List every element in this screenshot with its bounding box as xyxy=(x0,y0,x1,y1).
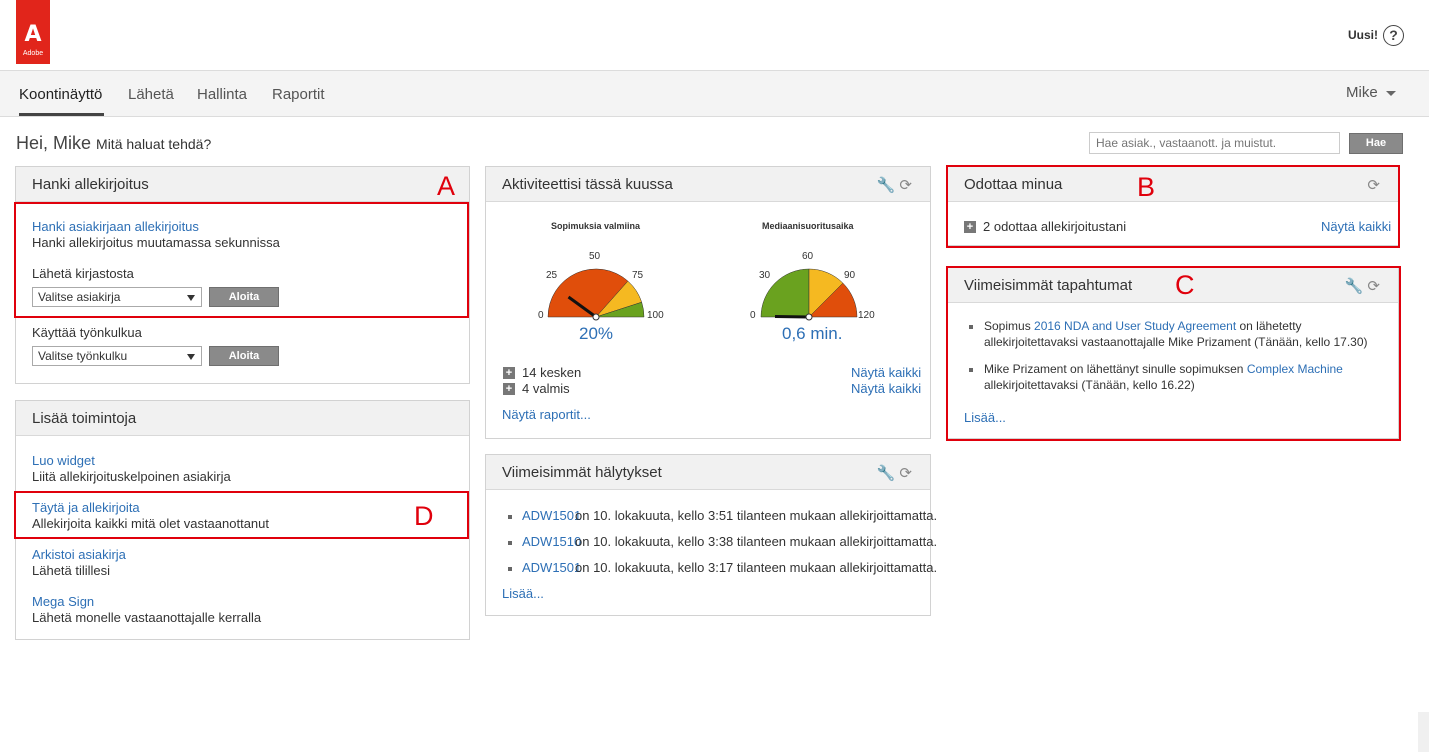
gauge2-hub xyxy=(805,313,813,321)
workflow-select[interactable]: Valitse työnkulku xyxy=(32,346,202,366)
gauge2-chart xyxy=(760,268,858,321)
gauge2-title: Mediaanisuoritusaika xyxy=(762,221,854,231)
greeting-question: Mitä haluat tehdä? xyxy=(96,136,212,152)
more-alerts-link[interactable]: Lisää... xyxy=(502,586,544,601)
show-all-in-progress-link[interactable]: Näytä kaikki xyxy=(851,365,921,380)
gauge-tick: 0 xyxy=(750,310,756,321)
adobe-logo[interactable]: A Adobe xyxy=(16,0,50,64)
workflow-label: Käyttää työnkulkua xyxy=(32,325,142,340)
gauge-tick: 100 xyxy=(647,310,664,321)
dropdown-arrow-icon xyxy=(187,354,195,360)
gauge2-segment-green xyxy=(760,268,810,318)
scrollbar[interactable] xyxy=(1418,712,1429,752)
gauge2-value: 0,6 min. xyxy=(782,324,843,343)
gauge1-hub xyxy=(592,313,600,321)
adobe-logo-word: Adobe xyxy=(22,50,44,57)
gauge2-needle xyxy=(774,315,810,319)
alert-agreement-link[interactable]: ADW1510 xyxy=(522,534,581,549)
refresh-icon[interactable]: ⟳ xyxy=(899,177,916,194)
alert-agreement-link[interactable]: ADW1501 xyxy=(522,560,581,575)
search-input[interactable] xyxy=(1089,132,1340,154)
bullet xyxy=(508,567,512,571)
adobe-logo-mark: A xyxy=(24,22,42,47)
annotation-label-a: A xyxy=(437,171,456,201)
panel-title: Viimeisimmät hälytykset 🔧⟳ xyxy=(486,455,930,490)
bullet xyxy=(508,515,512,519)
gauge-tick: 120 xyxy=(858,310,875,321)
action-desc: Liitä allekirjoituskelpoinen asiakirja xyxy=(32,469,231,484)
alert-text: on 10. lokakuuta, kello 3:51 tilanteen m… xyxy=(575,508,938,523)
annotation-box-b xyxy=(946,165,1400,248)
annotation-box-d xyxy=(14,491,469,539)
plus-icon[interactable]: + xyxy=(503,367,515,379)
greeting: Hei, Mike Mitä haluat tehdä? xyxy=(16,133,211,154)
refresh-icon[interactable]: ⟳ xyxy=(899,465,916,482)
action-desc: Lähetä tilillesi xyxy=(32,563,111,578)
mega-sign-link[interactable]: Mega Sign xyxy=(32,594,94,609)
alerts-title: Viimeisimmät hälytykset xyxy=(502,464,662,481)
active-tab-indicator xyxy=(19,113,104,116)
tab-dashboard[interactable]: Koontinäyttö xyxy=(19,86,102,103)
alert-text: on 10. lokakuuta, kello 3:38 tilanteen m… xyxy=(575,534,938,549)
plus-icon[interactable]: + xyxy=(503,383,515,395)
activity-panel: Aktiviteettisi tässä kuussa 🔧⟳ Sopimuksi… xyxy=(485,166,931,439)
wrench-icon[interactable]: 🔧 xyxy=(877,177,900,194)
help-icon[interactable]: ? xyxy=(1383,25,1404,46)
archive-link[interactable]: Arkistoi asiakirja xyxy=(32,547,126,562)
tab-send[interactable]: Lähetä xyxy=(128,86,174,103)
gauge-tick: 60 xyxy=(802,251,814,262)
start-workflow-button[interactable]: Aloita xyxy=(209,346,279,366)
panel-title: Lisää toimintoja xyxy=(16,401,469,436)
annotation-box-a xyxy=(14,202,469,318)
search-button[interactable]: Hae xyxy=(1349,133,1403,154)
gauge-tick: 0 xyxy=(538,310,544,321)
annotation-label-c: C xyxy=(1175,270,1195,300)
main-nav: Koontinäyttö Lähetä Hallinta Raportit Mi… xyxy=(0,71,1429,117)
annotation-label-d: D xyxy=(414,501,434,531)
chevron-down-icon[interactable] xyxy=(1386,91,1396,96)
annotation-box-c xyxy=(946,266,1401,441)
show-reports-link[interactable]: Näytä raportit... xyxy=(502,407,591,422)
gauge1-value: 20% xyxy=(579,324,614,343)
panel-title: Hanki allekirjoitus xyxy=(16,167,469,202)
tab-manage[interactable]: Hallinta xyxy=(197,86,247,103)
action-desc: Lähetä monelle vastaanottajalle kerralla xyxy=(32,610,262,625)
annotation-label-b: B xyxy=(1137,172,1156,202)
bullet xyxy=(508,541,512,545)
gauge-tick: 50 xyxy=(589,251,601,262)
whats-new-link[interactable]: Uusi! xyxy=(1348,28,1378,42)
alerts-panel: Viimeisimmät hälytykset 🔧⟳ ADW1501 on 10… xyxy=(485,454,937,616)
alert-text: on 10. lokakuuta, kello 3:17 tilanteen m… xyxy=(575,560,938,575)
top-header: A Adobe Uusi! ? xyxy=(0,0,1429,71)
wrench-icon[interactable]: 🔧 xyxy=(877,465,900,482)
user-menu[interactable]: Mike xyxy=(1346,84,1378,101)
show-all-completed-link[interactable]: Näytä kaikki xyxy=(851,381,921,396)
alert-agreement-link[interactable]: ADW1501 xyxy=(522,508,581,523)
workflow-select-value: Valitse työnkulku xyxy=(38,349,128,363)
completed-count: 4 valmis xyxy=(522,381,570,396)
activity-title: Aktiviteettisi tässä kuussa xyxy=(502,176,673,193)
create-widget-link[interactable]: Luo widget xyxy=(32,453,95,468)
greeting-hello: Hei, Mike xyxy=(16,133,92,153)
gauge1-chart xyxy=(547,268,645,321)
in-progress-count: 14 kesken xyxy=(522,365,582,380)
panel-title: Aktiviteettisi tässä kuussa 🔧⟳ xyxy=(486,167,930,202)
tab-reports[interactable]: Raportit xyxy=(272,86,325,103)
gauge1-title: Sopimuksia valmiina xyxy=(551,221,641,231)
